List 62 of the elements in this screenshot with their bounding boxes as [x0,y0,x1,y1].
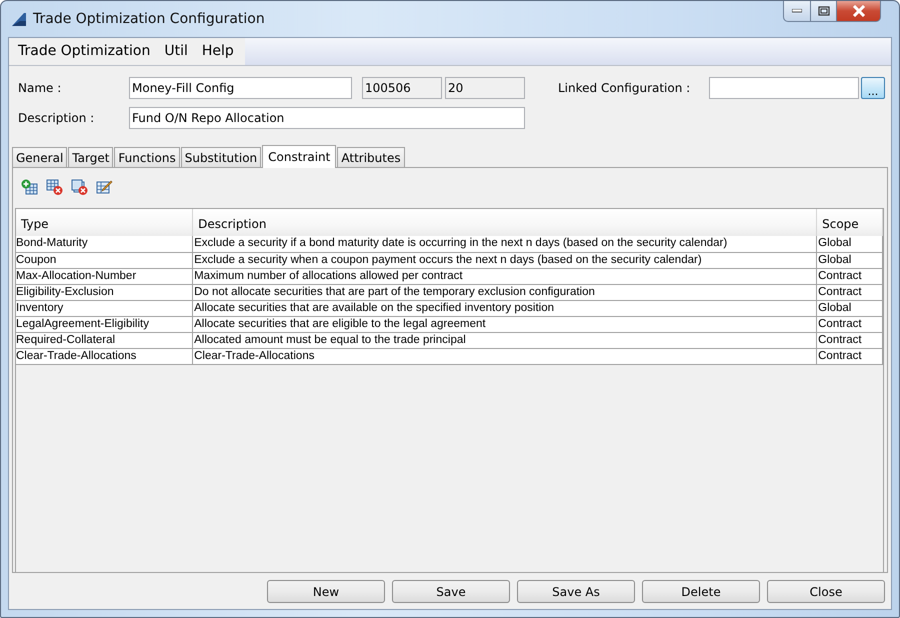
tab[interactable]: Target [68,147,114,167]
table-cell: Coupon [16,252,193,268]
table-cell: Contract [816,284,882,300]
table-cell: Global [816,236,882,252]
table-cell: Do not allocate securities that are part of the temporary exclusion configuration [192,284,817,300]
table-cell: Global [816,252,882,268]
table-cell: Contract [816,268,882,284]
table-cell: LegalAgreement-Eligibility [16,316,193,332]
app-logo-icon [11,12,27,26]
table-cell: Exclude a security when a coupon payment occurs the next n days (based on the security calendar) [192,252,817,268]
table-cell: Inventory [16,300,193,316]
name-field[interactable]: Money-Fill Config [129,77,352,99]
action-button[interactable]: Save [392,580,510,603]
table-cell: Contract [816,348,882,364]
delete-all-rows-icon[interactable] [71,179,88,195]
table-cell: Max-Allocation-Number [16,268,193,284]
tab[interactable]: Functions [114,147,180,167]
close-icon [852,5,866,17]
edit-icon[interactable] [96,179,113,195]
field-label: Name : [18,81,62,95]
browse-button[interactable]: ... [861,77,885,99]
table-cell: Allocated amount must be equal to the trade principal [192,332,817,348]
linked-configuration-field[interactable] [709,77,859,99]
id-field: 100506 [362,77,442,99]
table-cell: Maximum number of allocations allowed per contract [192,268,817,284]
table-cell: Eligibility-Exclusion [16,284,193,300]
menu-item[interactable]: Help [194,38,241,65]
maximize-icon [818,6,830,16]
menu-item[interactable]: Trade Optimization [11,38,158,65]
menu-item[interactable]: Util [157,38,195,65]
column-header[interactable]: Scope [816,209,882,236]
table-cell: Contract [816,332,882,348]
tab[interactable]: Substitution [180,147,262,167]
table-cell: Clear-Trade-Allocations [16,348,193,364]
tab[interactable]: Constraint [262,145,336,168]
field-label: Linked Configuration : [558,81,692,95]
action-button[interactable]: Save As [517,580,635,603]
window-title: Trade Optimization Configuration [33,11,265,27]
table-cell: Global [816,300,882,316]
delete-row-icon[interactable] [46,179,63,195]
action-button[interactable]: Delete [642,580,760,603]
table-cell: Clear-Trade-Allocations [192,348,817,364]
action-button[interactable]: Close [767,580,885,603]
maximize-button[interactable] [811,1,837,22]
description-field[interactable]: Fund O/N Repo Allocation [129,107,525,129]
table-cell: Contract [816,316,882,332]
minimize-button[interactable] [783,1,811,22]
column-header[interactable]: Type [16,209,193,236]
action-button[interactable]: New [267,580,385,603]
field-label: Description : [18,111,96,125]
table-cell: Bond-Maturity [16,236,193,252]
table-cell: Allocate securities that are eligible to the legal agreement [192,316,817,332]
table-cell: Required-Collateral [16,332,193,348]
close-window-button[interactable] [837,1,881,22]
table-cell: Allocate securities that are available on the specified inventory position [192,300,817,316]
column-header[interactable]: Description [192,209,817,236]
minimize-icon [792,9,802,13]
tab[interactable]: Attributes [337,147,405,167]
add-row-icon[interactable] [21,179,38,195]
number-field: 20 [445,77,525,99]
table-cell: Exclude a security if a bond maturity date is occurring in the next n days (based on the security calendar) [192,236,817,252]
tab[interactable]: General [12,147,68,167]
